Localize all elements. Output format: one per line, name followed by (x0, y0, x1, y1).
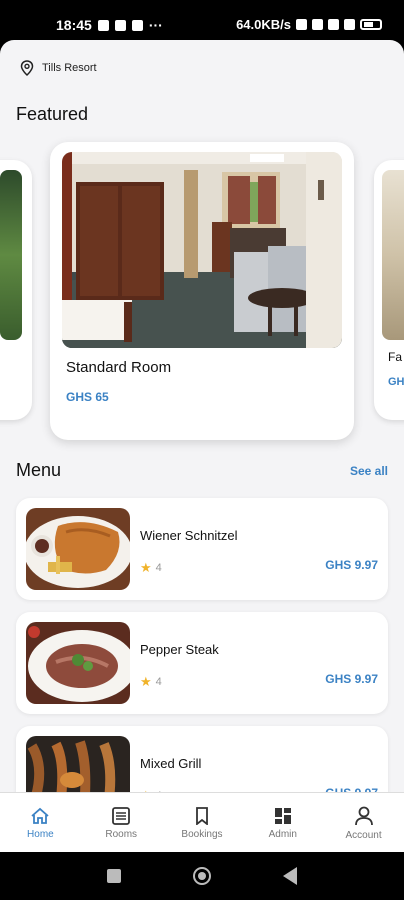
nav-rooms-label: Rooms (105, 828, 138, 840)
menu-item-rating: ★ 4 (140, 674, 162, 690)
nav-home-label: Home (27, 828, 54, 840)
battery-icon (360, 19, 382, 30)
menu-item[interactable]: Wiener Schnitzel ★ 4 GHS 9.97 (16, 498, 388, 600)
featured-heading: Featured (16, 104, 89, 124)
nav-admin[interactable]: Admin (242, 793, 323, 852)
nav-account-label: Account (345, 829, 382, 841)
next-room-price: GH (388, 376, 404, 388)
status-bar: 18:45 ··· 64.0KB/s (0, 0, 404, 40)
featured-card-next[interactable]: Fa GH (374, 160, 404, 420)
menu-item-image (26, 622, 130, 704)
location-row[interactable]: Tills Resort (20, 60, 97, 76)
menu-item-name: Wiener Schnitzel (140, 528, 238, 543)
gmail-icon (131, 19, 143, 31)
menu-item-price: GHS 9.97 (325, 672, 378, 686)
star-icon: ★ (140, 674, 152, 689)
home-icon (31, 807, 49, 824)
list-icon (112, 806, 131, 825)
more-notifications-icon: ··· (148, 17, 163, 33)
room-image (62, 152, 342, 348)
status-bar-left: 18:45 ··· (56, 17, 163, 33)
nav-account[interactable]: Account (323, 793, 404, 852)
next-room-name: Fa (388, 350, 403, 364)
bottom-navigation: Home Rooms Bookings Admin Account (0, 792, 404, 852)
wifi-icon (344, 19, 355, 30)
next-room-image (382, 170, 404, 340)
star-icon: ★ (140, 560, 152, 575)
see-all-link[interactable]: See all (350, 464, 388, 478)
menu-item-price: GHS 9.97 (325, 558, 378, 572)
system-navigation-bar (0, 852, 404, 900)
menu-item-name: Mixed Grill (140, 756, 202, 771)
rating-value: 4 (155, 562, 162, 574)
nav-bookings[interactable]: Bookings (162, 793, 243, 852)
featured-card-previous[interactable] (0, 160, 32, 420)
nav-home[interactable]: Home (0, 793, 81, 852)
network-speed: 64.0KB/s (236, 17, 291, 32)
rating-value: 4 (155, 676, 162, 688)
nav-admin-label: Admin (268, 828, 297, 840)
bookmark-icon (196, 806, 208, 825)
alarm-icon (296, 19, 307, 30)
nav-bookings-label: Bookings (181, 828, 223, 840)
location-pin-icon (20, 60, 34, 76)
menu-item-image (26, 508, 130, 590)
status-bar-right: 64.0KB/s (236, 17, 382, 32)
nav-rooms[interactable]: Rooms (81, 793, 162, 852)
recents-button[interactable] (107, 869, 121, 883)
menu-item-name: Pepper Steak (140, 642, 219, 657)
menu-heading: Menu (16, 460, 62, 480)
notification-icon (114, 19, 126, 31)
room-name: Standard Room (66, 359, 172, 376)
person-icon (354, 806, 373, 825)
whatsapp-icon (97, 19, 109, 31)
featured-card[interactable]: Standard Room GHS 65 (50, 142, 354, 440)
room-price: GHS 65 (66, 390, 109, 404)
menu-item-rating: ★ 4 (140, 560, 162, 576)
menu-item[interactable]: Pepper Steak ★ 4 GHS 9.97 (16, 612, 388, 714)
home-button[interactable] (193, 867, 211, 885)
status-time: 18:45 (56, 17, 92, 33)
signal-icon (312, 19, 323, 30)
app-screen: Tills Resort Featured Standard Room GHS … (0, 40, 404, 852)
back-button[interactable] (283, 867, 297, 885)
location-name: Tills Resort (42, 62, 97, 74)
dashboard-icon (274, 807, 291, 824)
signal-icon-2 (328, 19, 339, 30)
previous-room-image (0, 170, 22, 340)
